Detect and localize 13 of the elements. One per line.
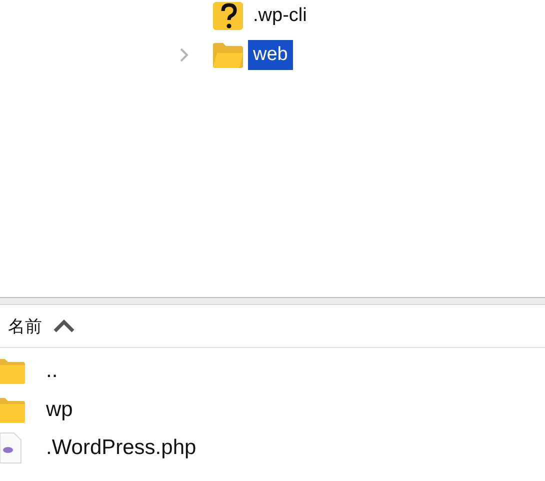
folder-icon — [0, 396, 26, 424]
file-name[interactable]: .WordPress.php — [46, 436, 196, 460]
tree-item-label[interactable]: .wp-cli — [248, 0, 312, 30]
question-mark-icon — [212, 0, 244, 30]
file-name[interactable]: .. — [46, 359, 58, 384]
file-name[interactable]: wp — [46, 398, 73, 422]
tree-item-label[interactable]: web — [248, 40, 293, 70]
column-label: 名前 — [8, 316, 42, 338]
folder-icon — [212, 40, 244, 68]
folder-icon — [0, 357, 26, 386]
chevron-right-icon[interactable] — [179, 46, 189, 62]
splitter[interactable] — [0, 297, 545, 305]
name-column-header[interactable]: 名前 — [8, 314, 76, 338]
